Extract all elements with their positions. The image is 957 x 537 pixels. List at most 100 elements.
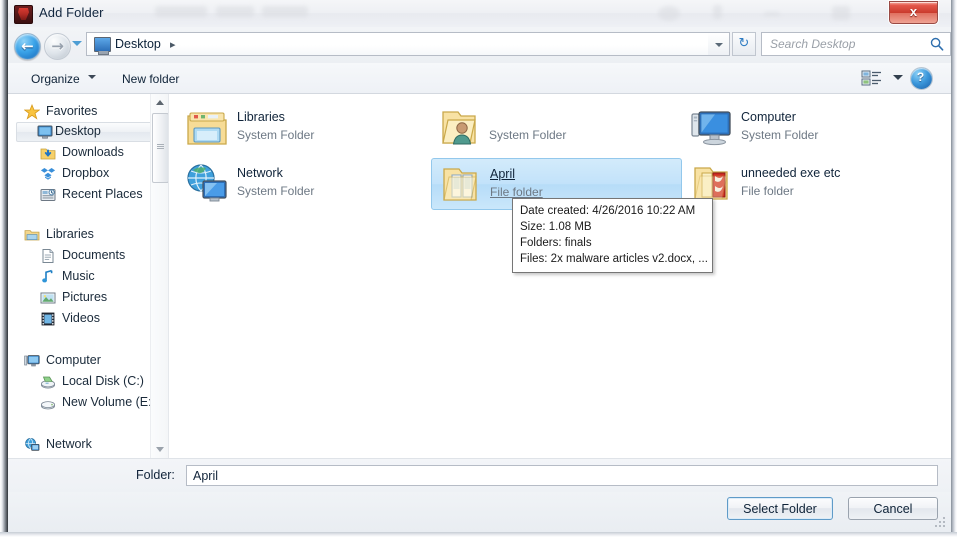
help-button[interactable]: [910, 67, 933, 90]
sidebar-scrollbar[interactable]: [150, 94, 168, 458]
scroll-up-arrow-icon[interactable]: [151, 94, 168, 111]
picture-icon: [40, 290, 56, 306]
film-icon: [40, 311, 56, 327]
folder-field-row: Folder: April: [8, 458, 951, 493]
recent-places-icon: [40, 187, 56, 203]
breadcrumb-segment-desktop[interactable]: Desktop: [115, 37, 161, 51]
file-item-subtitle: File folder: [741, 184, 794, 198]
ghost-artifact-2: [216, 6, 254, 17]
resize-grip[interactable]: [934, 517, 946, 529]
file-item-name: [489, 110, 607, 124]
breadcrumb-chevron-right-icon[interactable]: ▸: [170, 38, 176, 51]
file-list-pane[interactable]: Libraries System Folder System Folder: [169, 94, 951, 458]
folder-field-label: Folder:: [136, 468, 175, 482]
desktop-icon: [94, 37, 111, 52]
libraries-icon: [24, 227, 40, 243]
close-button[interactable]: x: [889, 1, 938, 24]
forward-arrow-icon: →: [45, 34, 70, 59]
dropbox-icon: [40, 166, 56, 182]
app-shield-icon: [14, 5, 33, 24]
sidebar-item-desktop[interactable]: Desktop: [16, 122, 152, 142]
scroll-down-arrow-icon[interactable]: [151, 441, 168, 458]
file-item-name: Computer: [741, 110, 796, 124]
file-item-subtitle: System Folder: [489, 128, 566, 142]
downloads-icon: [40, 145, 56, 161]
view-chevron-down-icon[interactable]: [893, 75, 903, 80]
window-title: Add Folder: [39, 5, 104, 20]
sidebar-item-label: Local Disk (C:): [62, 374, 144, 388]
sidebar-item-label: Dropbox: [62, 166, 109, 180]
add-folder-dialog: Add Folder x ← → Desktop ▸ ↻: [0, 0, 957, 537]
navigation-pane: Favorites Desktop Downloads: [8, 94, 169, 458]
folder-docs-icon: [438, 163, 482, 207]
address-history-chevron-down-icon[interactable]: [708, 32, 730, 56]
back-button[interactable]: ←: [14, 33, 41, 60]
window-left-border: [0, 0, 8, 537]
folder-name-value: April: [193, 469, 218, 483]
scrollbar-thumb[interactable]: [152, 113, 169, 183]
recent-locations-chevron-down-icon[interactable]: [72, 41, 82, 46]
sidebar-item-label: New Volume (E:): [62, 395, 156, 409]
tooltip-line-files: Files: 2x malware articles v2.docx, ...: [520, 251, 705, 267]
document-icon: [40, 248, 56, 264]
file-item-computer[interactable]: Computer System Folder: [683, 102, 933, 154]
computer-large-icon: [689, 106, 733, 150]
select-folder-button[interactable]: Select Folder: [727, 497, 833, 520]
search-placeholder: Search Desktop: [770, 37, 855, 51]
network-icon: [24, 437, 40, 453]
refresh-icon: ↻: [733, 33, 755, 55]
ghost-artifact-4: [658, 6, 680, 21]
sidebar-item-label: Downloads: [62, 145, 124, 159]
address-bar-row: ← → Desktop ▸ ↻ Search Desktop: [8, 27, 951, 63]
forward-button[interactable]: →: [44, 33, 71, 60]
file-item-subtitle: System Folder: [237, 128, 314, 142]
sidebar-item-label: Music: [62, 269, 95, 283]
sidebar-item-label: Recent Places: [62, 187, 143, 201]
cancel-button[interactable]: Cancel: [848, 497, 938, 520]
file-item-name: unneeded exe etc: [741, 166, 840, 180]
tooltip-line-date-created: Date created: 4/26/2016 10:22 AM: [520, 203, 705, 219]
file-item-network[interactable]: Network System Folder: [179, 158, 429, 210]
ghost-artifact-3: [262, 6, 308, 17]
file-item-libraries[interactable]: Libraries System Folder: [179, 102, 429, 154]
content-area: Favorites Desktop Downloads: [8, 94, 951, 458]
user-folder-icon: [437, 106, 481, 150]
ghost-artifact-7: [832, 6, 850, 20]
window-bottom-border: [0, 532, 957, 537]
organize-button[interactable]: Organize: [22, 67, 89, 91]
sidebar-item-label: Desktop: [55, 124, 101, 138]
change-view-icon[interactable]: [861, 68, 883, 88]
dialog-button-bar: Select Folder Cancel: [8, 492, 951, 532]
search-icon: [930, 37, 944, 51]
star-icon: [24, 104, 40, 120]
hard-disk-icon: [40, 374, 56, 390]
new-folder-button[interactable]: New folder: [113, 67, 188, 91]
window-right-border: [951, 0, 957, 537]
sidebar-group-label: Computer: [46, 353, 101, 367]
file-item-name: Network: [237, 166, 283, 180]
libraries-folder-icon: [185, 106, 229, 150]
file-item-subtitle: File folder: [490, 185, 543, 199]
breadcrumb[interactable]: Desktop ▸: [86, 32, 718, 56]
folder-name-input[interactable]: April: [186, 465, 938, 486]
file-item-name: April: [490, 167, 515, 181]
file-item-unneeded-exe-etc[interactable]: unneeded exe etc File folder: [683, 158, 933, 210]
file-item-subtitle: System Folder: [741, 128, 818, 142]
refresh-button[interactable]: ↻: [732, 32, 756, 56]
folder-tooltip: Date created: 4/26/2016 10:22 AM Size: 1…: [512, 198, 713, 273]
monitor-icon: [37, 124, 53, 140]
organize-chevron-down-icon[interactable]: [88, 75, 96, 79]
file-item-name: Libraries: [237, 110, 285, 124]
tooltip-line-folders: Folders: finals: [520, 235, 705, 251]
ghost-artifact-6: [764, 12, 780, 16]
breadcrumb-inner: Desktop ▸: [87, 33, 718, 55]
sidebar-group-label: Favorites: [46, 104, 97, 118]
sidebar-item-label: Documents: [62, 248, 125, 262]
file-item-subtitle: System Folder: [237, 184, 314, 198]
volume-icon: [40, 395, 56, 411]
close-icon: x: [890, 2, 937, 23]
file-item-user-folder[interactable]: System Folder: [431, 102, 681, 154]
search-input[interactable]: Search Desktop: [761, 32, 951, 56]
music-note-icon: [40, 269, 56, 285]
tooltip-line-size: Size: 1.08 MB: [520, 219, 705, 235]
